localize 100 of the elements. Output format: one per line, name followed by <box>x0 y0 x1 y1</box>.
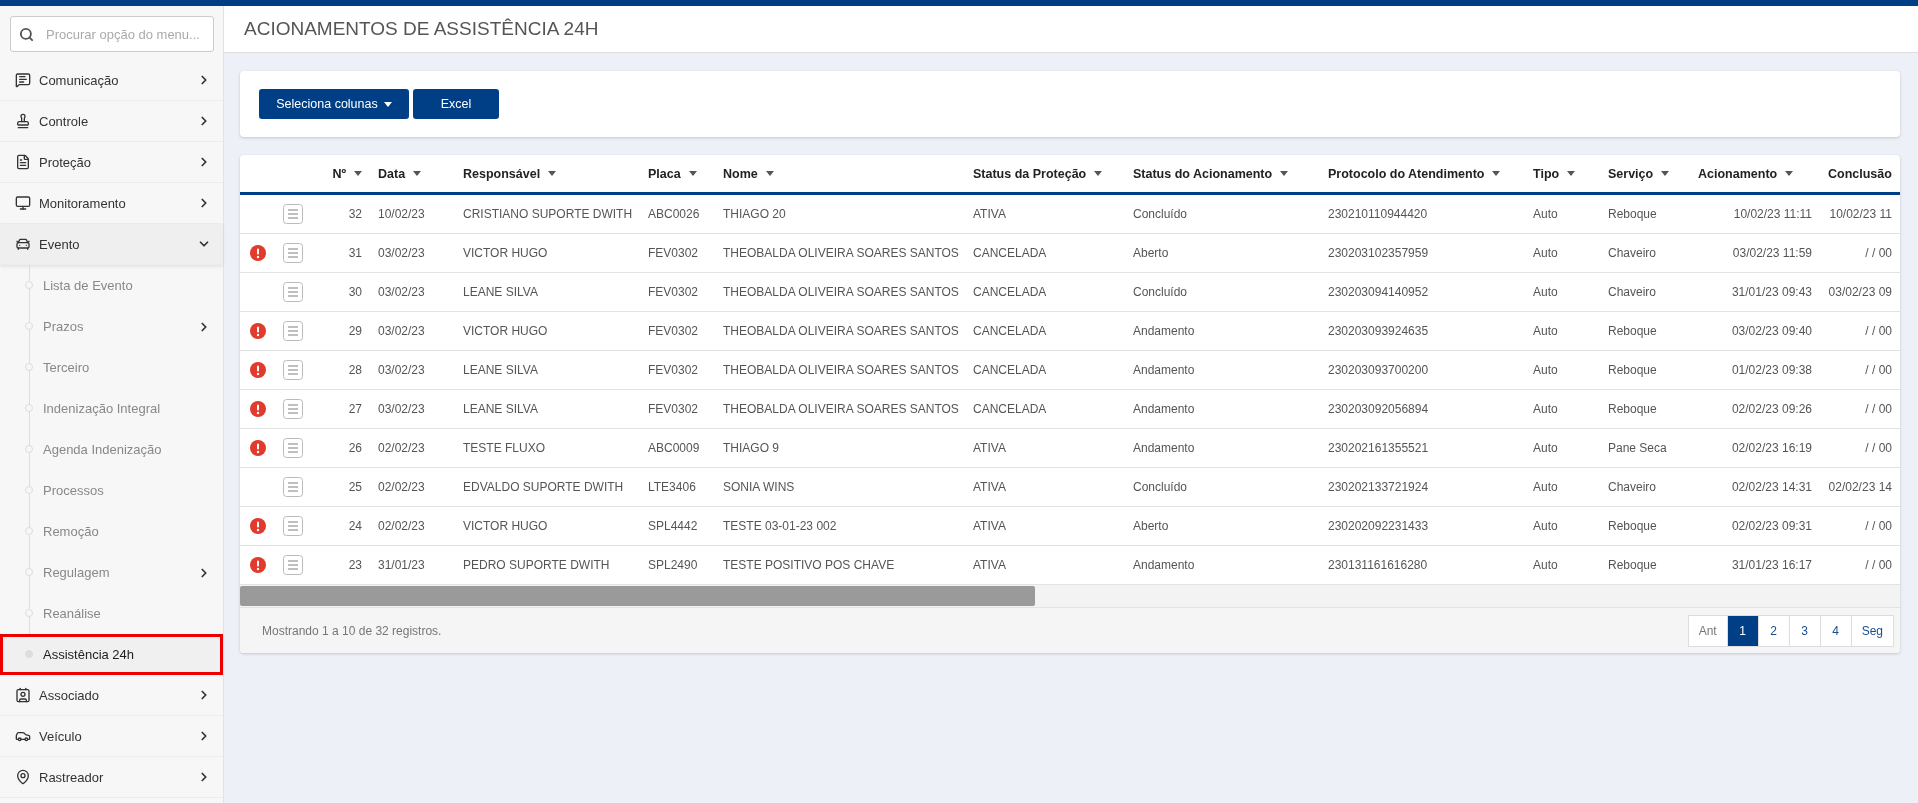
menu-item[interactable]: Proteção <box>0 142 223 183</box>
table-cell-text: 31/01/23 <box>377 557 426 574</box>
tree-node-dot <box>25 568 33 576</box>
id-card-icon <box>15 687 31 703</box>
table-cell-text: 02/02/23 09:31 <box>1730 518 1813 535</box>
table-cell-text: Aberto <box>1132 518 1170 535</box>
tree-node-dot <box>25 322 33 330</box>
table-cell-text: 10/02/23 <box>377 206 426 223</box>
menu-item[interactable]: Evento <box>0 224 223 265</box>
table-cell-text: SPL2490 <box>647 557 699 574</box>
column-header[interactable]: Protocolo do Atendimento <box>1320 155 1525 192</box>
table-cell-text: ABC0026 <box>647 206 701 223</box>
page-link[interactable]: Ant <box>1687 614 1728 647</box>
table-cell-text: 01/02/23 09:38 <box>1730 362 1813 379</box>
menu-item[interactable]: Rastreador <box>0 757 223 798</box>
table-cell-text: VICTOR HUGO <box>462 245 549 262</box>
column-header[interactable]: Placa <box>640 155 715 192</box>
column-header[interactable]: Responsável <box>455 155 640 192</box>
table-cell-text: 26 <box>347 440 363 457</box>
table-cell-text: ATIVA <box>972 518 1007 535</box>
column-header[interactable]: Nº <box>310 155 370 192</box>
table-cell-text: / / 00 <box>1864 245 1893 262</box>
table-cell-text: 03/02/23 <box>377 284 426 301</box>
table-cell-text: 02/02/23 14:31 <box>1730 479 1813 496</box>
table-cell-text: 10/02/23 11 <box>1828 206 1893 223</box>
column-header[interactable]: Nome <box>715 155 965 192</box>
search-field[interactable]: Procurar opção do menu... <box>44 25 205 43</box>
page-link[interactable]: 4 <box>1819 614 1852 647</box>
dropdown-button[interactable]: Seleciona colunas <box>259 89 409 119</box>
table-cell-text: 03/02/23 <box>377 362 426 379</box>
menu-item[interactable]: Comunicação <box>0 60 223 101</box>
sort-caret-icon[interactable] <box>1094 171 1103 176</box>
table-cell-text: 03/02/23 09:40 <box>1730 323 1813 340</box>
sort-caret-icon[interactable] <box>1567 171 1576 176</box>
column-header[interactable]: Data <box>370 155 455 192</box>
table-cell-text: 03/02/23 11:59 <box>1731 245 1813 262</box>
table-cell-text: ATIVA <box>972 440 1007 457</box>
submenu-item[interactable]: Indenização Integral <box>0 388 223 429</box>
column-header[interactable]: Status da Proteção <box>965 155 1125 192</box>
table-cell-text: FEV0302 <box>647 323 700 340</box>
table-cell-text: Andamento <box>1132 440 1196 457</box>
sort-caret-icon[interactable] <box>354 171 362 176</box>
scrollbar[interactable] <box>240 586 1035 606</box>
table-cell-text: / / 00 <box>1864 323 1893 340</box>
tree-node-dot <box>25 445 33 453</box>
menu-item[interactable]: Veículo <box>0 716 223 757</box>
sort-caret-icon[interactable] <box>548 171 557 176</box>
caret-icon <box>383 101 392 107</box>
sort-caret-icon[interactable] <box>1492 171 1501 176</box>
table-cell-text: Auto <box>1532 245 1559 262</box>
column-header[interactable]: Tipo <box>1525 155 1600 192</box>
table-cell-text: 03/02/23 09 <box>1827 284 1893 301</box>
sort-caret-icon[interactable] <box>413 171 422 176</box>
search-box[interactable]: Procurar opção do menu... <box>10 16 214 52</box>
table-cell-text: ABC0009 <box>647 440 701 457</box>
sort-caret-icon[interactable] <box>1280 171 1289 176</box>
tree-node-dot <box>25 404 33 412</box>
sort-caret-icon[interactable] <box>1661 171 1670 176</box>
table-cell-text: Andamento <box>1132 323 1196 340</box>
column-header[interactable]: Acionamento <box>1690 155 1820 192</box>
sort-caret-icon[interactable] <box>1785 171 1794 176</box>
column-header[interactable]: Serviço <box>1600 155 1690 192</box>
table-cell-text: TESTE POSITIVO POS CHAVE <box>722 557 896 574</box>
table-cell-text: 03/02/23 <box>377 245 426 262</box>
table-cell-text: Reboque <box>1607 518 1658 535</box>
table-cell-text: ATIVA <box>972 479 1007 496</box>
sort-caret-icon[interactable] <box>688 171 697 176</box>
column-header[interactable]: Status do Acionamento <box>1125 155 1320 192</box>
sort-caret-icon[interactable] <box>765 171 774 176</box>
page-link[interactable]: 2 <box>1757 614 1790 647</box>
page-link[interactable]: Seg <box>1850 614 1894 647</box>
table-cell-text: / / 00 <box>1864 440 1893 457</box>
tree-node-dot <box>25 486 33 494</box>
menu-item[interactable]: Associado <box>0 675 223 716</box>
tree-node-dot <box>25 527 33 535</box>
column-header[interactable]: Conclusão <box>1820 155 1900 192</box>
table-cell-text: CANCELADA <box>972 245 1048 262</box>
table-cell-text: PEDRO SUPORTE DWITH <box>462 557 611 574</box>
table-cell-text: Concluído <box>1132 206 1189 223</box>
table-cell-text: 02/02/23 09:26 <box>1730 401 1813 418</box>
table-cell-text: Auto <box>1532 323 1559 340</box>
table-cell-text: ATIVA <box>972 206 1007 223</box>
menu-item[interactable]: Controle <box>0 101 223 142</box>
document-icon <box>15 154 31 170</box>
table-cell-text: 230131161616280 <box>1327 557 1429 574</box>
page-link[interactable]: 3 <box>1788 614 1821 647</box>
table-cell-text: 24 <box>347 518 363 535</box>
table-cell-text: THIAGO 20 <box>722 206 787 223</box>
table-cell-text: FEV0302 <box>647 284 700 301</box>
submenu-item[interactable]: Assistência 24h <box>0 634 223 675</box>
tree-node-dot <box>25 609 33 617</box>
map-pin-icon <box>15 769 31 785</box>
table-cell-text: 230202133721924 <box>1327 479 1430 496</box>
page-link[interactable]: 1 <box>1726 614 1759 647</box>
table-cell-text: THEOBALDA OLIVEIRA SOARES SANTOS <box>722 284 960 301</box>
table-cell-text: CANCELADA <box>972 362 1048 379</box>
table-cell-text: THEOBALDA OLIVEIRA SOARES SANTOS <box>722 245 960 262</box>
table-cell-text: Chaveiro <box>1607 479 1658 496</box>
export-button[interactable]: Excel <box>413 89 499 119</box>
table-cell-text: 02/02/23 <box>377 479 426 496</box>
